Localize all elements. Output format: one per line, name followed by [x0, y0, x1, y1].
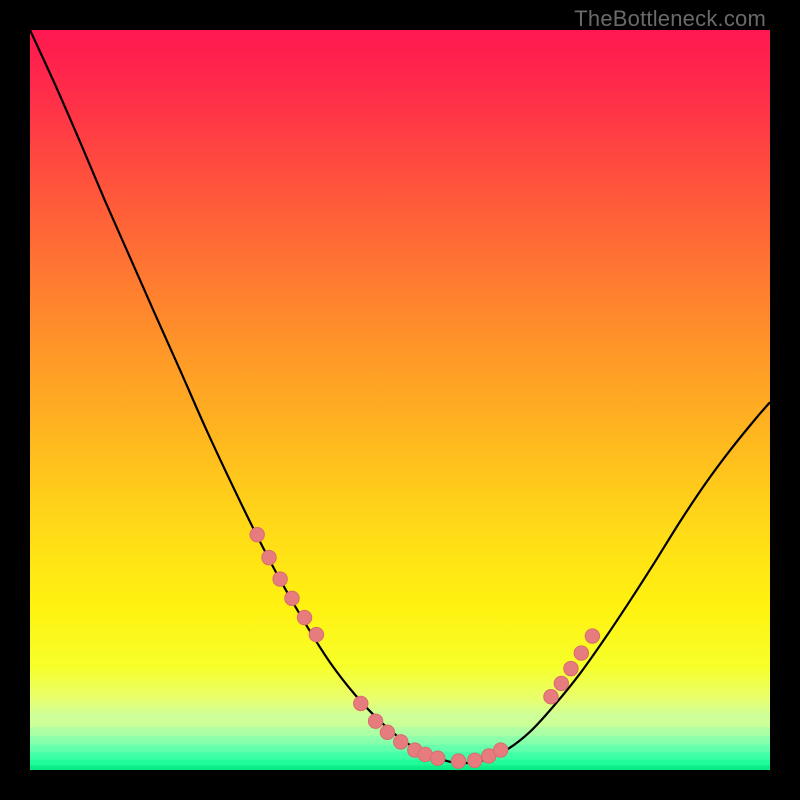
highlight-dots — [250, 527, 600, 768]
chart-svg — [30, 30, 770, 770]
highlight-dot — [468, 753, 482, 767]
highlight-dot — [451, 754, 465, 768]
outer-frame: TheBottleneck.com — [0, 0, 800, 800]
bottleneck-curve — [30, 30, 770, 763]
highlight-dot — [285, 591, 299, 605]
watermark-text: TheBottleneck.com — [574, 6, 766, 32]
highlight-dot — [273, 572, 287, 586]
highlight-dot — [368, 714, 382, 728]
plot-area — [30, 30, 770, 770]
highlight-dot — [394, 735, 408, 749]
highlight-dot — [262, 550, 276, 564]
highlight-dot — [431, 751, 445, 765]
highlight-dot — [309, 627, 323, 641]
highlight-dot — [544, 690, 558, 704]
highlight-dot — [585, 629, 599, 643]
highlight-dot — [574, 646, 588, 660]
highlight-dot — [380, 725, 394, 739]
highlight-dot — [250, 527, 264, 541]
highlight-dot — [554, 676, 568, 690]
highlight-dot — [493, 743, 507, 757]
highlight-dot — [297, 610, 311, 624]
highlight-dot — [354, 696, 368, 710]
highlight-dot — [564, 661, 578, 675]
